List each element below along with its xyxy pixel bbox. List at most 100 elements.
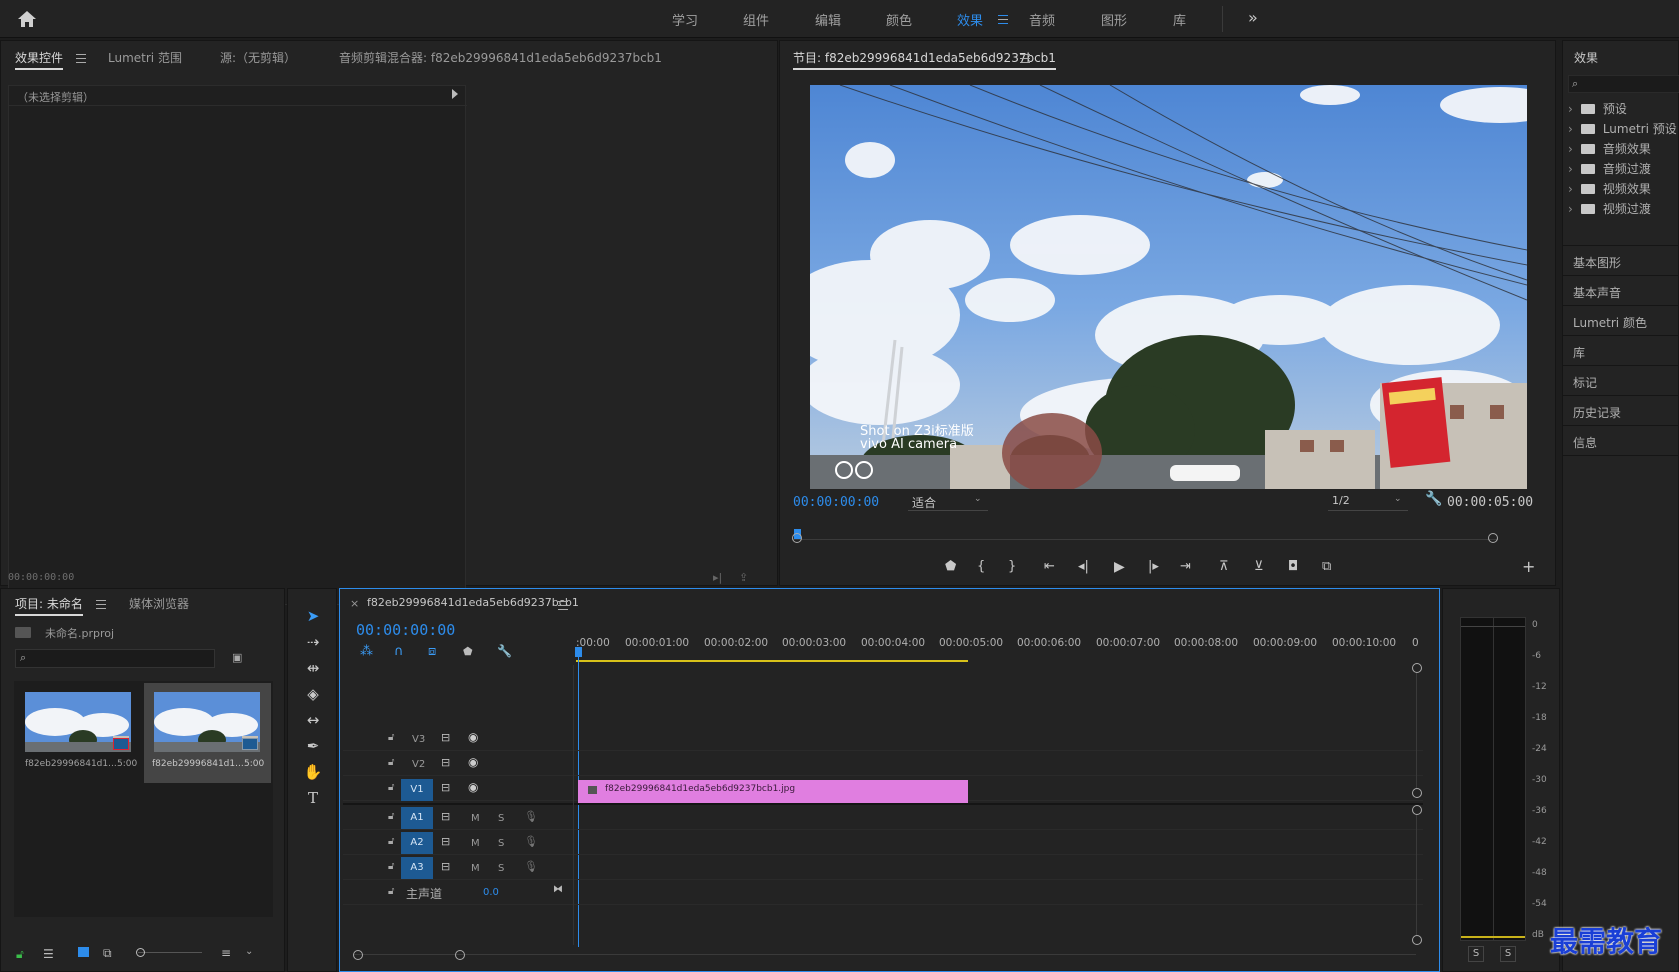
mute-button[interactable]: M	[471, 863, 480, 874]
filter-icon[interactable]: ▸|	[713, 571, 722, 584]
more-workspaces-icon[interactable]: »	[1248, 8, 1258, 27]
track-target-a1[interactable]: A1	[401, 807, 433, 829]
mute-button[interactable]: M	[471, 838, 480, 849]
go-to-audio-icon[interactable]: ⧓	[553, 884, 563, 895]
mark-out-icon[interactable]: }	[1008, 559, 1016, 574]
workspace-tab-audio[interactable]: 音频	[1029, 10, 1055, 29]
scroll-start-handle[interactable]	[792, 533, 802, 543]
timeline-clip[interactable]: f82eb29996841d1eda5eb6d9237bcb1.jpg	[578, 780, 968, 803]
play-icon[interactable]: ▶	[1114, 559, 1125, 575]
lift-icon[interactable]: ⊼	[1219, 559, 1229, 574]
project-search-input[interactable]: ⌕	[15, 649, 215, 668]
effects-tree-lumetri-presets[interactable]: › Lumetri 预设	[1568, 120, 1677, 137]
track-lock-icon[interactable]: 🔓︎	[388, 886, 394, 897]
workspace-tab-learn[interactable]: 学习	[672, 10, 698, 29]
project-item[interactable]: f82eb29996841d1... 5:00	[144, 683, 271, 783]
step-back-icon[interactable]: ◂|	[1078, 559, 1089, 574]
v-scrollbar[interactable]	[1416, 673, 1417, 788]
track-select-tool-icon[interactable]: ⇢	[302, 631, 324, 653]
program-menu-icon[interactable]	[1020, 54, 1030, 63]
workspace-tab-effects[interactable]: 效果	[957, 10, 983, 29]
solo-right-button[interactable]: S	[1500, 946, 1516, 962]
sync-lock-icon[interactable]: ⊟	[441, 731, 450, 744]
tab-project[interactable]: 项目: 未命名	[15, 595, 83, 616]
add-marker-icon[interactable]: ⬟	[945, 559, 956, 574]
track-lock-icon[interactable]: 🔓︎	[388, 732, 394, 743]
microphone-icon[interactable]: 🎙︎	[524, 860, 538, 873]
microphone-icon[interactable]: 🎙︎	[524, 810, 538, 823]
track-lock-icon[interactable]: 🔓︎	[388, 757, 394, 768]
effects-tree-presets[interactable]: › 预设	[1568, 100, 1627, 117]
freeform-view-icon[interactable]: ⧉	[103, 946, 112, 961]
h-scroll-handle[interactable]	[455, 950, 465, 960]
expand-arrow-icon[interactable]	[452, 89, 458, 99]
go-to-out-icon[interactable]: ⇥	[1180, 559, 1191, 574]
solo-button[interactable]: S	[498, 838, 504, 849]
workspace-menu-icon[interactable]	[998, 15, 1008, 24]
panel-info[interactable]: 信息	[1573, 434, 1597, 451]
sequence-tab[interactable]: f82eb29996841d1eda5eb6d9237bcb1	[367, 596, 579, 609]
go-to-in-icon[interactable]: ⇤	[1044, 559, 1055, 574]
chevron-down-icon[interactable]: ⌄	[245, 946, 253, 957]
v-scrollbar[interactable]	[1416, 815, 1417, 935]
program-scrubber[interactable]	[792, 529, 1498, 551]
tab-media-browser[interactable]: 媒体浏览器	[129, 595, 189, 612]
h-scroll-handle[interactable]	[353, 950, 363, 960]
sync-lock-icon[interactable]: ⊟	[441, 860, 450, 873]
eye-icon[interactable]: ◉	[468, 730, 478, 744]
eye-icon[interactable]: ◉	[468, 755, 478, 769]
sync-lock-icon[interactable]: ⊟	[441, 835, 450, 848]
solo-button[interactable]: S	[498, 813, 504, 824]
panel-libraries[interactable]: 库	[1573, 344, 1585, 361]
track-lock-icon[interactable]: 🔓︎	[388, 782, 394, 793]
eye-icon[interactable]: ◉	[468, 780, 478, 794]
timeline-settings-wrench-icon[interactable]: 🔧	[497, 644, 512, 658]
mute-button[interactable]: M	[471, 813, 480, 824]
solo-button[interactable]: S	[498, 863, 504, 874]
effects-tree-video-effects[interactable]: › 视频效果	[1568, 180, 1651, 197]
tab-effect-controls[interactable]: 效果控件	[15, 49, 64, 70]
track-lock-icon[interactable]: 🔓︎	[388, 861, 394, 872]
panel-lumetri-color[interactable]: Lumetri 颜色	[1573, 314, 1647, 331]
sequence-menu-icon[interactable]	[558, 601, 568, 610]
razor-tool-icon[interactable]: ◈	[302, 683, 324, 705]
v-scroll-handle[interactable]	[1412, 805, 1422, 815]
slider-handle[interactable]	[136, 948, 145, 957]
lock-icon[interactable]: 🔓︎	[16, 947, 24, 962]
program-title[interactable]: 节目: f82eb29996841d1eda5eb6d9237bcb1	[793, 49, 1056, 70]
sync-lock-icon[interactable]: ⊟	[441, 810, 450, 823]
sync-lock-icon[interactable]: ⊟	[441, 756, 450, 769]
mark-in-icon[interactable]: {	[977, 559, 985, 574]
program-current-timecode[interactable]: 00:00:00:00	[793, 495, 879, 510]
home-icon[interactable]	[16, 9, 38, 29]
selection-tool-icon[interactable]: ➤	[302, 605, 324, 627]
effects-tree-video-transitions[interactable]: › 视频过渡	[1568, 200, 1651, 217]
wrench-icon[interactable]: 🔧	[1425, 491, 1442, 507]
panel-markers[interactable]: 标记	[1573, 374, 1597, 391]
hand-tool-icon[interactable]: ✋	[302, 761, 324, 783]
panel-history[interactable]: 历史记录	[1573, 404, 1621, 421]
workspace-tab-color[interactable]: 颜色	[886, 10, 912, 29]
step-forward-icon[interactable]: |▸	[1148, 559, 1159, 574]
h-scrollbar[interactable]	[353, 954, 1416, 955]
track-lock-icon[interactable]: 🔓︎	[388, 836, 394, 847]
effects-search-input[interactable]: ⌕	[1568, 75, 1679, 93]
effects-tree-audio-transitions[interactable]: › 音频过渡	[1568, 160, 1651, 177]
icon-view-icon[interactable]	[78, 947, 89, 957]
export-frame-icon[interactable]: ◘	[1288, 559, 1298, 574]
tab-lumetri-scopes[interactable]: Lumetri 范围	[108, 49, 182, 66]
tab-audio-clip-mixer[interactable]: 音频剪辑混合器: f82eb29996841d1eda5eb6d9237bcb1	[339, 49, 662, 66]
zoom-dropdown[interactable]: 适合 ⌄	[908, 493, 988, 511]
linked-selection-icon[interactable]: ⧈	[428, 644, 436, 659]
panel-menu-icon[interactable]	[76, 54, 86, 63]
comparison-view-icon[interactable]: ⧉	[1322, 559, 1331, 574]
ripple-edit-tool-icon[interactable]: ⇹	[302, 657, 324, 679]
new-search-bin-icon[interactable]: ▣	[232, 651, 242, 664]
nest-sequence-icon[interactable]: ⁂	[360, 644, 373, 659]
microphone-icon[interactable]: 🎙︎	[524, 835, 538, 848]
timeline-timecode[interactable]: 00:00:00:00	[356, 621, 455, 639]
master-volume-value[interactable]: 0.0	[483, 887, 499, 898]
add-marker-icon[interactable]: ⬟	[463, 645, 473, 658]
scroll-end-handle[interactable]	[1488, 533, 1498, 543]
solo-left-button[interactable]: S	[1468, 946, 1484, 962]
